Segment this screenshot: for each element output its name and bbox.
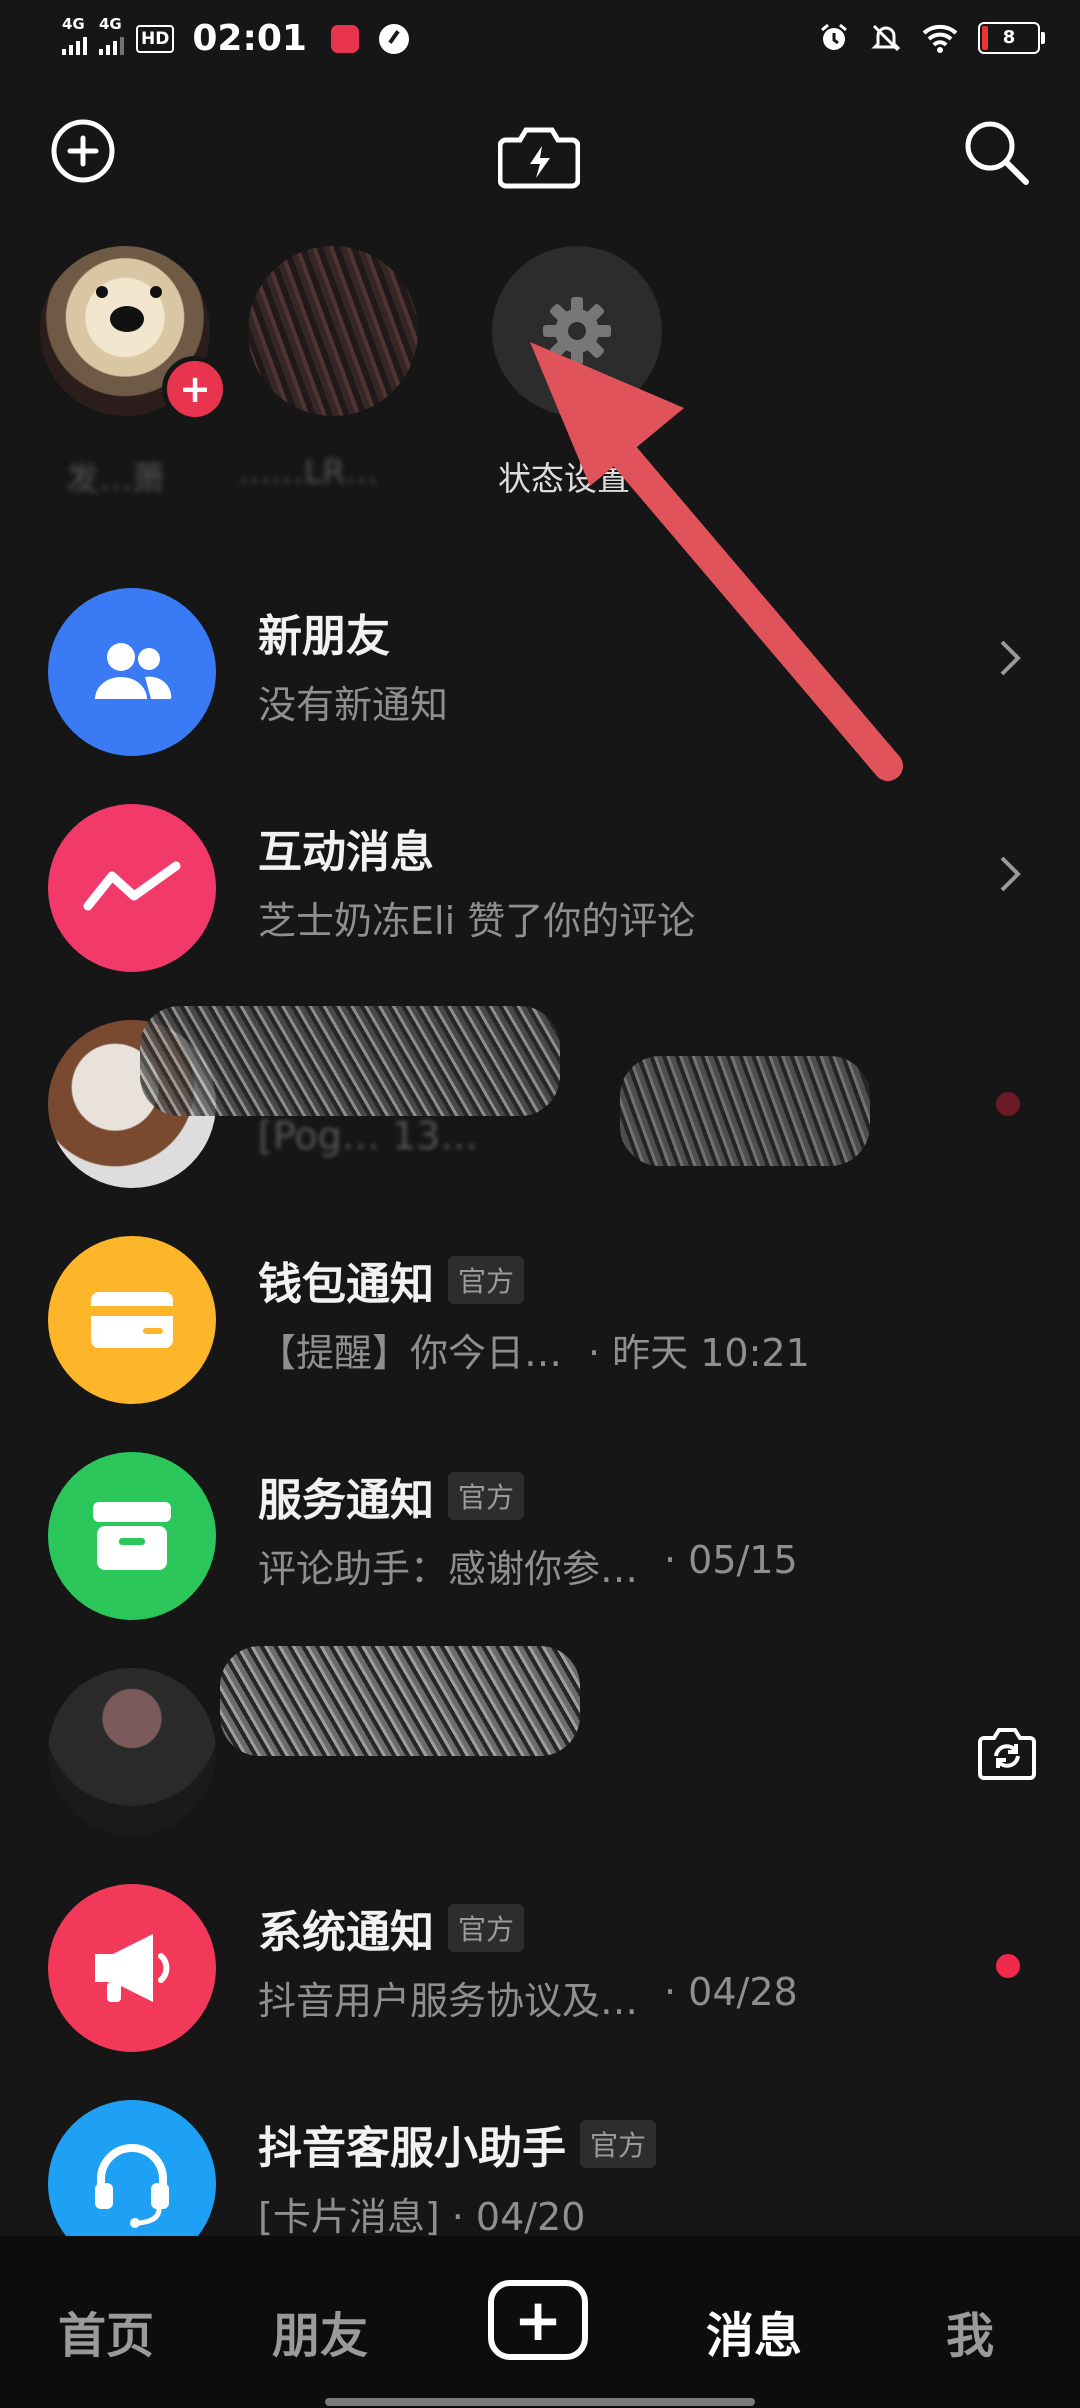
item-title: 互动消息: [258, 827, 434, 878]
item-title: 系统通知: [258, 1907, 434, 1958]
friends-icon: [48, 588, 216, 756]
status-bar: 4G 4G HD 02:01 8: [0, 0, 1080, 84]
list-item-chat-redacted[interactable]: [Pog… 13…: [0, 996, 1080, 1206]
item-subtitle: 芝士奶冻Eli 赞了你的评论: [258, 899, 696, 943]
add-icon[interactable]: [50, 118, 116, 184]
tab-me[interactable]: 我: [946, 2296, 994, 2366]
wifi-icon: [922, 24, 958, 53]
mute-bell-icon: [871, 24, 901, 52]
official-tag: 官方: [448, 1472, 525, 1520]
signal-icon-1: 4G: [62, 15, 87, 55]
alarm-icon: [821, 23, 847, 50]
create-plus-icon: +: [513, 2286, 563, 2354]
item-title: 钱包通知: [258, 1259, 434, 1310]
camera-flip-icon[interactable]: [976, 1726, 1038, 1782]
my-story-label: 发…萧: [66, 459, 165, 498]
chevron-right-icon: [1000, 640, 1021, 676]
item-title: 新朋友: [258, 611, 390, 662]
avatar: [48, 1668, 216, 1836]
list-item-chat-redacted-2[interactable]: [0, 1644, 1080, 1854]
tab-home[interactable]: 首页: [58, 2296, 154, 2366]
search-icon[interactable]: [962, 118, 1030, 186]
signal-icon-2: 4G: [99, 15, 124, 55]
hd-badge: HD: [136, 24, 175, 53]
item-title: 抖音客服小助手: [258, 2123, 566, 2174]
item-time: · 昨天 10:21: [588, 1331, 810, 1375]
clock: 02:01: [192, 18, 307, 59]
item-subtitle: [Pog… 13…: [258, 1114, 479, 1158]
list-item-wallet[interactable]: 钱包通知 官方 【提醒】你今日… · 昨天 10:21: [0, 1212, 1080, 1422]
official-tag: 官方: [448, 1904, 525, 1952]
chevron-right-icon: [1000, 856, 1021, 892]
list-item-service[interactable]: 服务通知 官方 评论助手：感谢你参… · 05/15: [0, 1428, 1080, 1638]
friend-story-label: ……LR…: [238, 452, 379, 491]
tab-messages[interactable]: 消息: [706, 2296, 802, 2366]
item-time: · 04/28: [664, 1970, 798, 2014]
speed-icon: [378, 23, 409, 54]
item-subtitle: 评论助手：感谢你参…: [258, 1547, 639, 1591]
official-tag: 官方: [580, 2120, 657, 2168]
battery-icon: 8: [978, 22, 1045, 54]
list-item-system[interactable]: 系统通知 官方 抖音用户服务协议及… · 04/28: [0, 1860, 1080, 2070]
item-subtitle: 【提醒】你今日…: [258, 1331, 563, 1375]
add-story-icon[interactable]: +: [162, 356, 228, 422]
unread-dot: [996, 1092, 1020, 1116]
tab-friends[interactable]: 朋友: [272, 2296, 368, 2366]
unread-dot: [996, 1954, 1020, 1978]
zigzag-icon: [48, 804, 216, 972]
create-button[interactable]: +: [488, 2280, 588, 2360]
item-title: 服务通知: [258, 1475, 434, 1526]
home-indicator[interactable]: [325, 2398, 755, 2406]
card-icon: [48, 1236, 216, 1404]
megaphone-icon: [48, 1884, 216, 2052]
friend-story-avatar[interactable]: [248, 246, 418, 416]
item-subtitle: 没有新通知: [258, 683, 449, 727]
official-tag: 官方: [448, 1256, 525, 1304]
item-subtitle: 抖音用户服务协议及…: [258, 1979, 639, 2023]
box-icon: [48, 1452, 216, 1620]
item-time: · 05/15: [664, 1538, 798, 1582]
list-item-new-friends[interactable]: 新朋友 没有新通知: [0, 564, 1080, 774]
bottom-nav: 首页 朋友 + 消息 我: [0, 2236, 1080, 2408]
app-notification-icon: [330, 24, 359, 53]
flash-camera-icon[interactable]: [498, 116, 580, 192]
list-item-interactions[interactable]: 互动消息 芝士奶冻Eli 赞了你的评论: [0, 780, 1080, 990]
item-subtitle: [卡片消息] · 04/20: [258, 2195, 586, 2239]
